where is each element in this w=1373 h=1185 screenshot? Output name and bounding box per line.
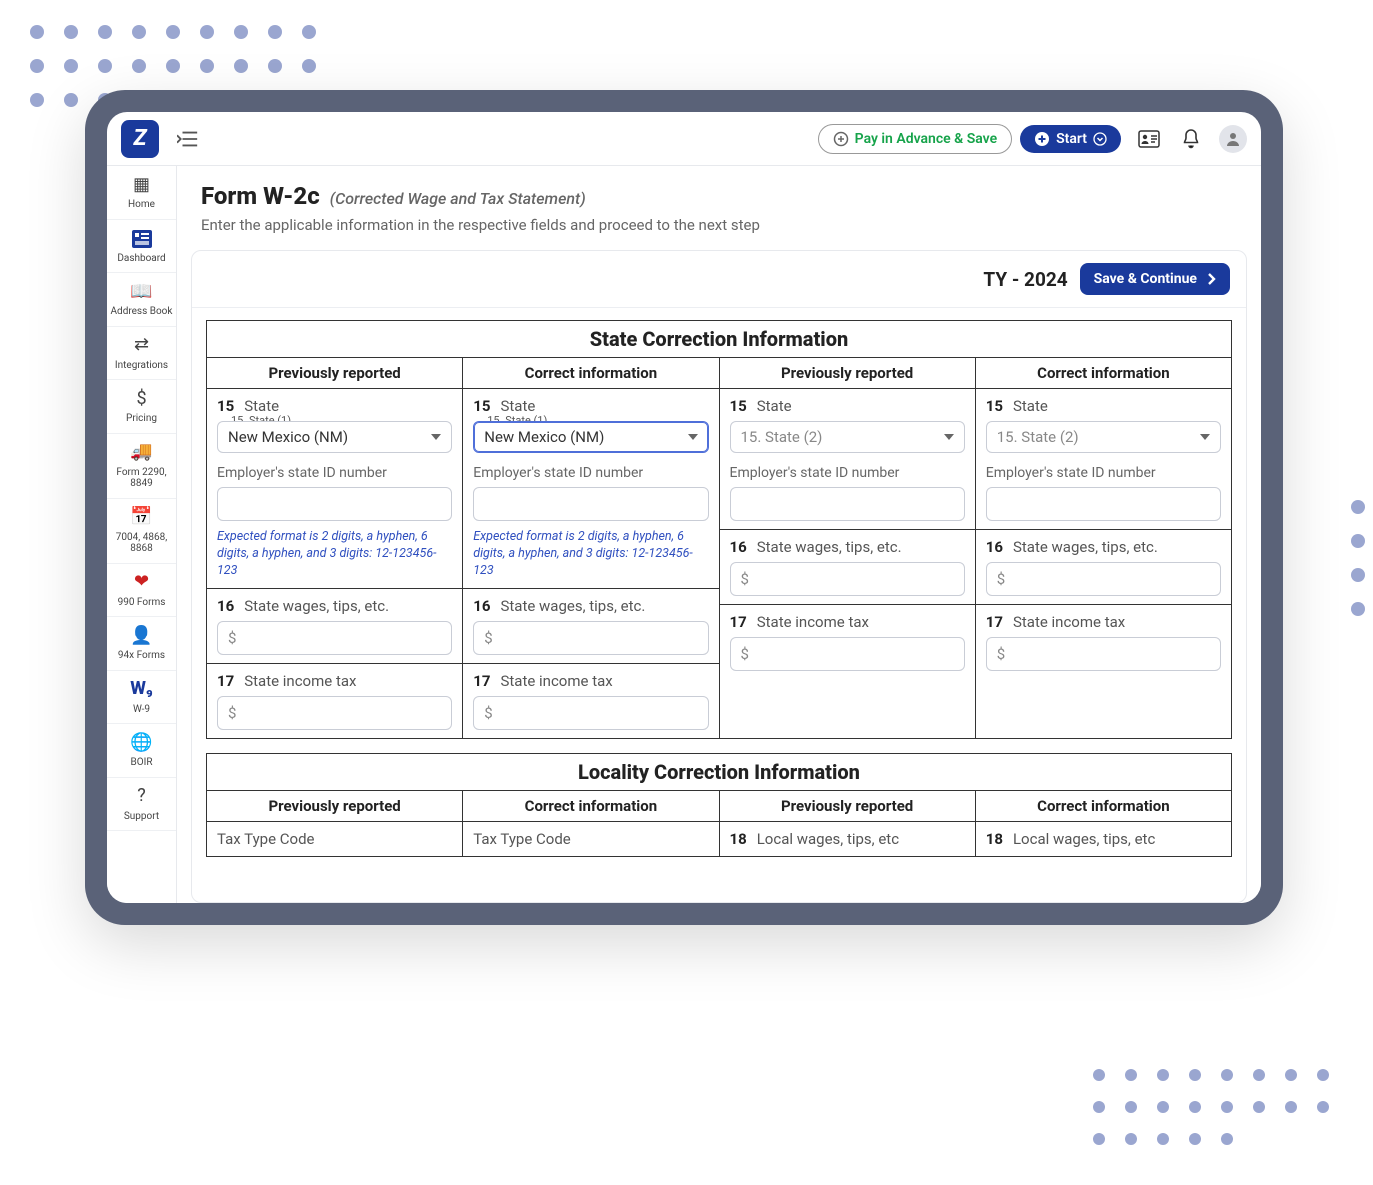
locality-section-title: Locality Correction Information <box>207 753 1232 790</box>
sidebar-item-form-2290[interactable]: 🚚Form 2290, 8849 <box>107 434 176 499</box>
heart-icon: ❤ <box>129 572 155 594</box>
help-icon: ? <box>129 786 155 808</box>
user-icon <box>1224 130 1242 148</box>
calendar-icon: 📅 <box>129 507 155 529</box>
plus-circle-icon <box>1034 131 1050 147</box>
page-description: Enter the applicable information in the … <box>201 216 1237 234</box>
state1-correct-select[interactable]: New Mexico (NM) <box>473 421 708 453</box>
grid-icon: ▦ <box>129 174 155 196</box>
globe-icon: 🌐 <box>129 732 155 754</box>
locality-correction-table: Locality Correction Information Previous… <box>206 753 1232 857</box>
w9-icon: W₉ <box>129 679 155 701</box>
pay-in-advance-button[interactable]: Pay in Advance & Save <box>818 124 1012 154</box>
sidebar-item-address-book[interactable]: 📖Address Book <box>107 273 176 327</box>
ein-prev-2-input[interactable] <box>730 487 965 521</box>
ein-label: Employer's state ID number <box>217 465 452 481</box>
start-label: Start <box>1056 131 1087 147</box>
ein-correct-1-input[interactable] <box>473 487 708 521</box>
state-tax-correct-2-input[interactable] <box>986 637 1221 671</box>
page-header: Form W-2c (Corrected Wage and Tax Statem… <box>177 166 1261 244</box>
bell-icon <box>1181 128 1201 150</box>
sidebar-toggle-button[interactable] <box>173 124 203 154</box>
chevron-down-icon <box>1093 132 1107 146</box>
ein-format-hint: Expected format is 2 digits, a hyphen, 6… <box>217 529 452 580</box>
state1-prev-select[interactable]: New Mexico (NM) <box>217 421 452 453</box>
state2-prev-select[interactable]: 15. State (2) <box>730 421 965 453</box>
pricing-icon: $ <box>129 388 155 410</box>
app-logo[interactable]: Z <box>121 120 159 158</box>
id-card-button[interactable] <box>1135 125 1163 153</box>
pay-in-advance-label: Pay in Advance & Save <box>855 131 997 147</box>
page-title: Form W-2c <box>201 182 320 210</box>
start-button[interactable]: Start <box>1020 125 1121 153</box>
state-tax-prev-1-input[interactable] <box>217 696 452 730</box>
profile-button[interactable] <box>1219 125 1247 153</box>
state2-correct-select[interactable]: 15. State (2) <box>986 421 1221 453</box>
state-wages-correct-2-input[interactable] <box>986 562 1221 596</box>
state-section-title: State Correction Information <box>207 321 1232 358</box>
state-tax-prev-2-input[interactable] <box>730 637 965 671</box>
sidebar-item-7004[interactable]: 📅7004, 4868, 8868 <box>107 499 176 564</box>
sidebar-item-dashboard[interactable]: Dashboard <box>107 220 176 274</box>
page-subtitle: (Corrected Wage and Tax Statement) <box>330 189 586 208</box>
chevron-right-icon <box>1207 272 1216 286</box>
sidebar-item-94x[interactable]: 👤94x Forms <box>107 617 176 671</box>
dashboard-icon <box>129 228 155 250</box>
save-continue-button[interactable]: Save & Continue <box>1080 263 1230 295</box>
id-card-icon <box>1138 130 1160 148</box>
sidebar: ▦Home Dashboard 📖Address Book ⇄Integrati… <box>107 166 177 903</box>
plus-circle-icon <box>833 131 849 147</box>
state-wages-prev-2-input[interactable] <box>730 562 965 596</box>
col-prev-1: Previously reported <box>207 358 463 389</box>
ein-correct-2-input[interactable] <box>986 487 1221 521</box>
menu-collapse-icon <box>177 130 199 148</box>
ein-prev-1-input[interactable] <box>217 487 452 521</box>
col-correct-1: Correct information <box>463 358 719 389</box>
decorative-dots <box>1351 500 1365 616</box>
state-wages-correct-1-input[interactable] <box>473 621 708 655</box>
notifications-button[interactable] <box>1177 125 1205 153</box>
device-frame: Z Pay in Advance & Save Start <box>85 90 1283 925</box>
sidebar-item-support[interactable]: ?Support <box>107 778 176 832</box>
integrations-icon: ⇄ <box>129 335 155 357</box>
form-card: TY - 2024 Save & Continue State Correcti… <box>191 250 1247 903</box>
sidebar-item-pricing[interactable]: $Pricing <box>107 380 176 434</box>
truck-icon: 🚚 <box>129 442 155 464</box>
state-wages-prev-1-input[interactable] <box>217 621 452 655</box>
book-icon: 📖 <box>129 281 155 303</box>
col-prev-2: Previously reported <box>719 358 975 389</box>
person-icon: 👤 <box>129 625 155 647</box>
col-correct-2: Correct information <box>975 358 1231 389</box>
sidebar-item-990[interactable]: ❤990 Forms <box>107 564 176 618</box>
tax-year-label: TY - 2024 <box>983 268 1067 291</box>
sidebar-item-w9[interactable]: W₉W-9 <box>107 671 176 725</box>
tax-type-label: Tax Type Code <box>217 830 315 848</box>
sidebar-item-home[interactable]: ▦Home <box>107 166 176 220</box>
top-bar: Z Pay in Advance & Save Start <box>107 112 1261 166</box>
sidebar-item-boir[interactable]: 🌐BOIR <box>107 724 176 778</box>
state-correction-table: State Correction Information Previously … <box>206 320 1232 739</box>
decorative-dots <box>1093 1069 1343 1145</box>
sidebar-item-integrations[interactable]: ⇄Integrations <box>107 327 176 381</box>
state-tax-correct-1-input[interactable] <box>473 696 708 730</box>
